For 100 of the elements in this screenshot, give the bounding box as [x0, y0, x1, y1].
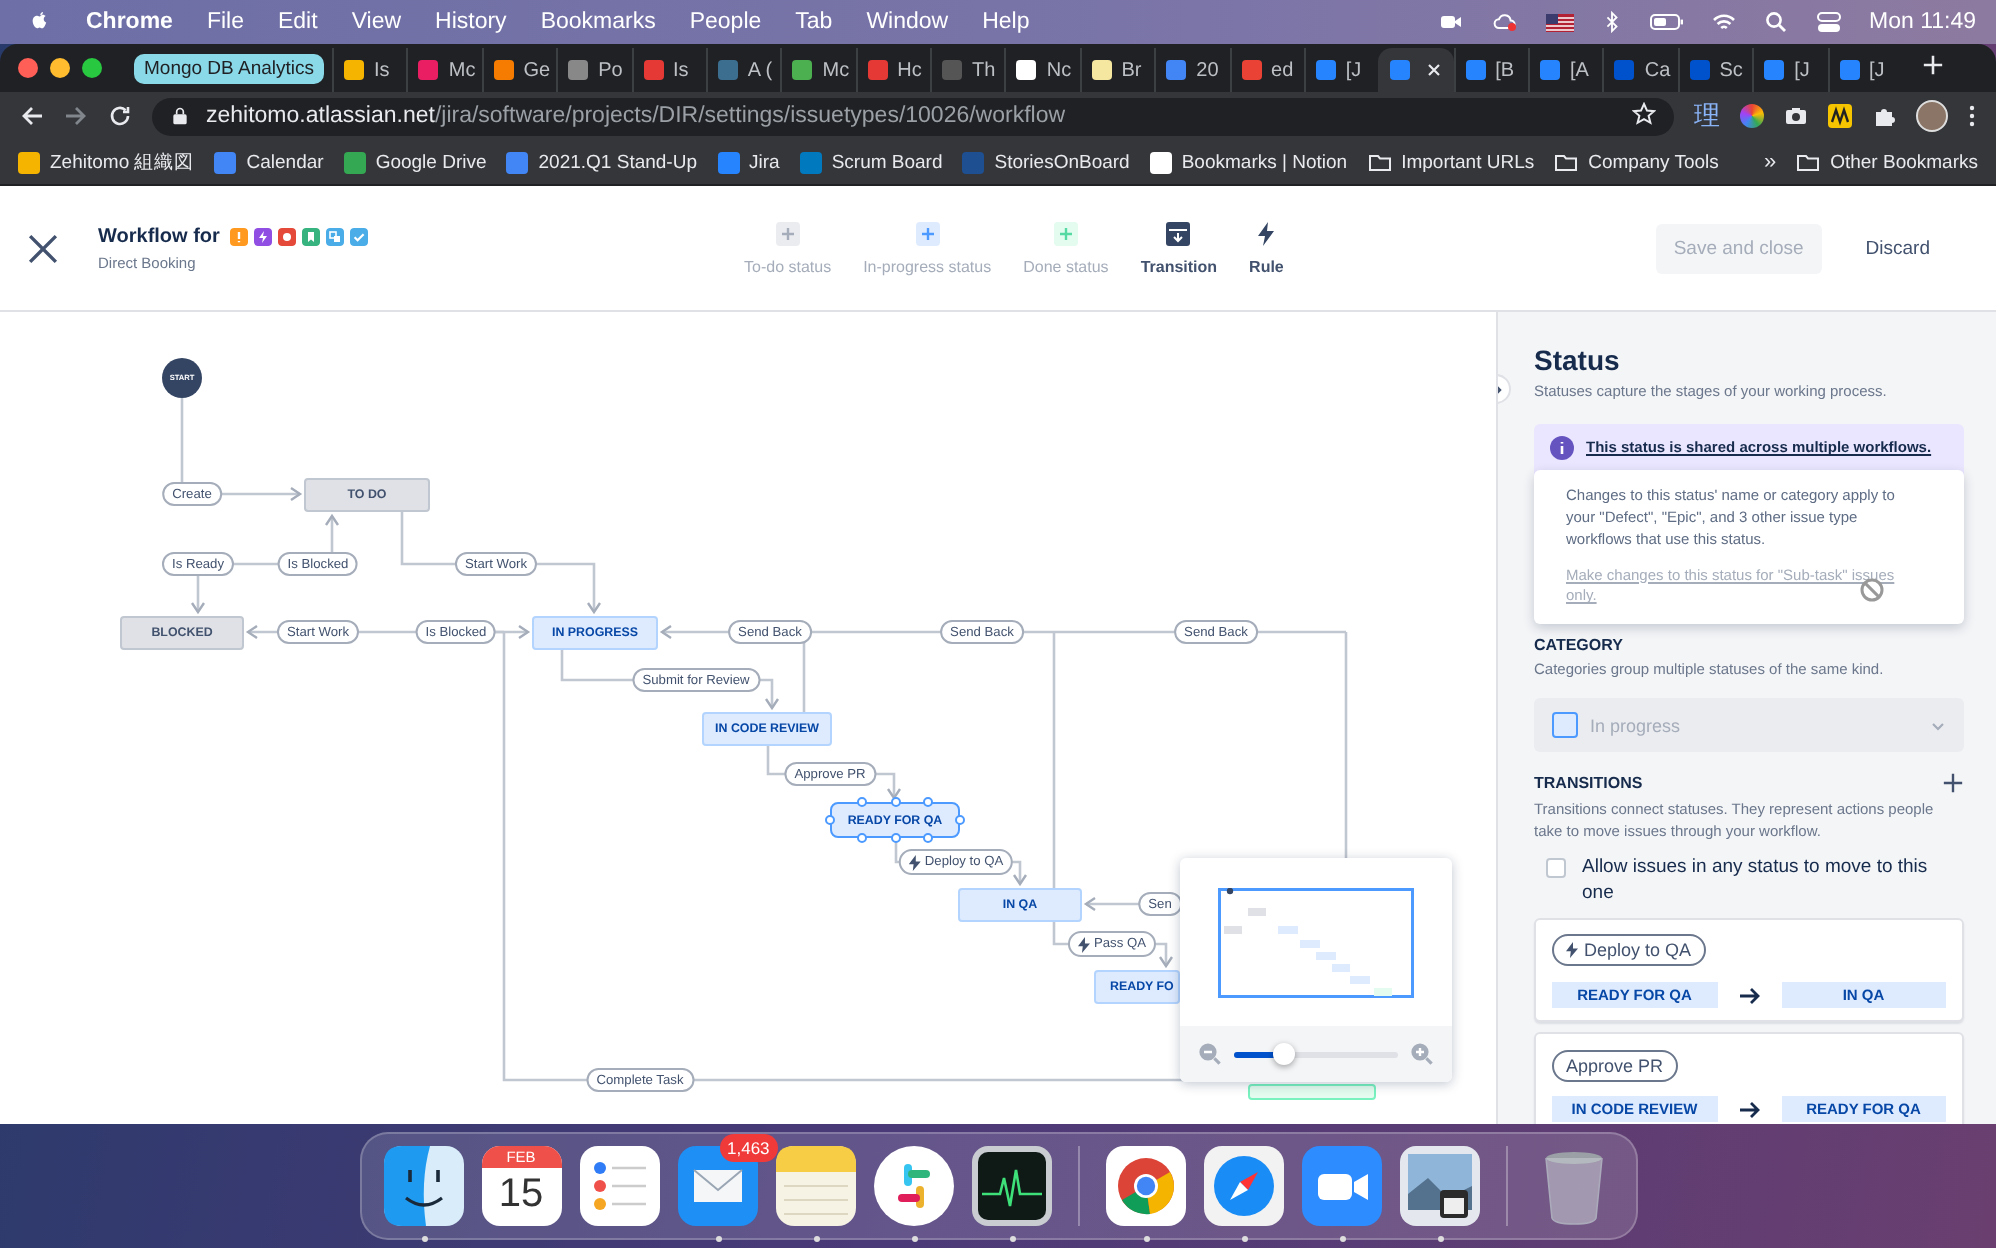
camera-icon[interactable] [1784, 104, 1808, 128]
transition-name: Approve PR [1552, 1050, 1678, 1083]
slider-thumb[interactable] [1272, 1043, 1295, 1065]
checklist-app-icon[interactable] [579, 1146, 659, 1226]
resize-handle[interactable] [922, 833, 933, 843]
battery-icon[interactable] [1649, 10, 1683, 34]
reload-icon[interactable] [108, 104, 132, 128]
right-arrow-icon [1737, 1097, 1761, 1122]
not-allowed-cursor-icon [1860, 578, 1884, 603]
bookmark-link[interactable]: Google Drive [343, 151, 487, 173]
tab-title: Mc [822, 59, 850, 81]
back-arrow-icon[interactable] [20, 104, 44, 128]
minimap-drawing[interactable] [1218, 887, 1414, 997]
bookmark-link[interactable]: Zehitomo 組織図 [18, 149, 195, 175]
browser-app-icon[interactable] [1105, 1146, 1185, 1226]
bluetooth-icon[interactable] [1601, 10, 1621, 34]
tab-title: ed [1271, 59, 1294, 81]
extension-button[interactable]: 理 [1694, 98, 1720, 134]
resize-handle[interactable] [890, 833, 900, 843]
flag-icon[interactable] [1545, 10, 1573, 34]
window-close-button[interactable] [18, 58, 38, 78]
tab-title: [A [1570, 59, 1589, 81]
lightning-icon [908, 854, 921, 870]
video-camera-app-icon[interactable] [1301, 1146, 1381, 1226]
menubar-clock[interactable]: Mon 11:49 [1869, 10, 1976, 34]
menu-item[interactable]: Bookmarks [540, 10, 656, 34]
action-button[interactable]: Discard [1847, 223, 1948, 273]
chevron-down-icon [1930, 717, 1946, 734]
hash-app-icon[interactable] [873, 1146, 953, 1226]
photo-viewer-app-icon[interactable] [1399, 1146, 1479, 1226]
bookmark-link[interactable]: 2021.Q1 Stand-Up [506, 151, 697, 173]
folder-icon [1554, 150, 1579, 174]
tab-title: Ge [523, 59, 551, 81]
browser-tab[interactable] [1378, 48, 1454, 92]
menu-item[interactable]: View [351, 10, 402, 34]
smiling-face-app-icon[interactable] [383, 1146, 463, 1226]
tab-group-label[interactable]: Mongo DB Analytics [134, 53, 325, 83]
new-tab-icon[interactable] [1922, 54, 1944, 76]
menu-item[interactable]: Edit [277, 10, 318, 34]
search-icon[interactable] [1763, 10, 1787, 34]
zigzag-tile-icon[interactable] [1828, 104, 1852, 128]
tab-title: 20 [1196, 59, 1219, 81]
tab-title: Sc [1719, 59, 1743, 81]
menu-item[interactable]: People [689, 10, 762, 34]
menu-item[interactable]: History [435, 10, 507, 34]
notepad-app-icon[interactable] [775, 1146, 855, 1226]
close-icon [1423, 60, 1444, 80]
tab-title: Mc [448, 59, 476, 81]
logo-icon [28, 10, 52, 34]
lock-icon [170, 106, 190, 126]
menu-item[interactable]: File [206, 10, 244, 34]
menu-item[interactable]: Help [982, 10, 1030, 34]
plus-icon [775, 221, 800, 245]
forward-arrow-icon[interactable] [64, 104, 88, 128]
resize-handle[interactable] [857, 797, 868, 807]
bookmark-link[interactable]: Bookmarks | Notion [1149, 151, 1348, 173]
more-menu-icon[interactable] [1968, 104, 1976, 128]
compass-app-icon[interactable] [1203, 1146, 1283, 1226]
color-wheel-icon[interactable] [1740, 104, 1764, 128]
wifi-icon[interactable] [1711, 10, 1735, 34]
add-icon[interactable] [1942, 772, 1964, 795]
avatar-icon[interactable] [1916, 100, 1948, 132]
bookmark-folder[interactable]: Other Bookmarks [1796, 150, 1978, 174]
star-icon[interactable] [1632, 101, 1656, 125]
toolbar-button[interactable]: Rule [1249, 221, 1284, 275]
resize-handle[interactable] [890, 797, 900, 807]
transition-icon [1166, 221, 1191, 245]
window-zoom-button[interactable] [82, 58, 102, 78]
tab-title: Nc [1046, 59, 1072, 81]
close-icon[interactable] [28, 233, 58, 263]
more-bookmarks-button[interactable]: » [1763, 150, 1777, 174]
window-minimize-button[interactable] [50, 58, 70, 78]
transition-name: Deploy to QA [1552, 934, 1706, 967]
bookmark-link[interactable]: Company Tools [1554, 150, 1719, 174]
resize-handle[interactable] [825, 815, 835, 825]
folder-icon [1367, 150, 1392, 174]
menu-item[interactable]: Tab [795, 10, 833, 34]
resize-handle[interactable] [857, 833, 868, 843]
toolbar-button[interactable]: Transition [1140, 221, 1218, 275]
bookmark-link[interactable]: Jira [717, 151, 780, 173]
puzzle-icon[interactable] [1872, 104, 1896, 128]
bookmark-link[interactable]: StoriesOnBoard [962, 151, 1130, 173]
toggle-icon[interactable] [1815, 10, 1841, 34]
plus-icon [915, 221, 940, 245]
bookmark-link[interactable]: Scrum Board [799, 151, 943, 173]
tab-title: Is [374, 59, 390, 81]
monitor-graph-app-icon[interactable] [971, 1146, 1051, 1226]
menu-item[interactable]: Window [866, 10, 949, 34]
unread-count-badge: 1,463 [719, 1134, 778, 1162]
status-node[interactable] [1248, 1084, 1376, 1100]
menu-app-name[interactable]: Chrome [86, 10, 173, 34]
address-bar[interactable]: zehitomo.atlassian.net/jira/software/projects/DIR/settings/issuetypes/10026/workflow [152, 97, 1674, 135]
checkbox[interactable] [1546, 857, 1566, 878]
bookmark-link[interactable]: Important URLs [1367, 150, 1535, 174]
resize-handle[interactable] [922, 797, 933, 807]
cloud-icon[interactable] [1491, 10, 1517, 34]
resize-handle[interactable] [955, 815, 965, 825]
bookmark-link[interactable]: Calendar [214, 151, 324, 173]
video-camera-icon[interactable] [1437, 10, 1463, 34]
tab-title: Hc [897, 59, 922, 81]
